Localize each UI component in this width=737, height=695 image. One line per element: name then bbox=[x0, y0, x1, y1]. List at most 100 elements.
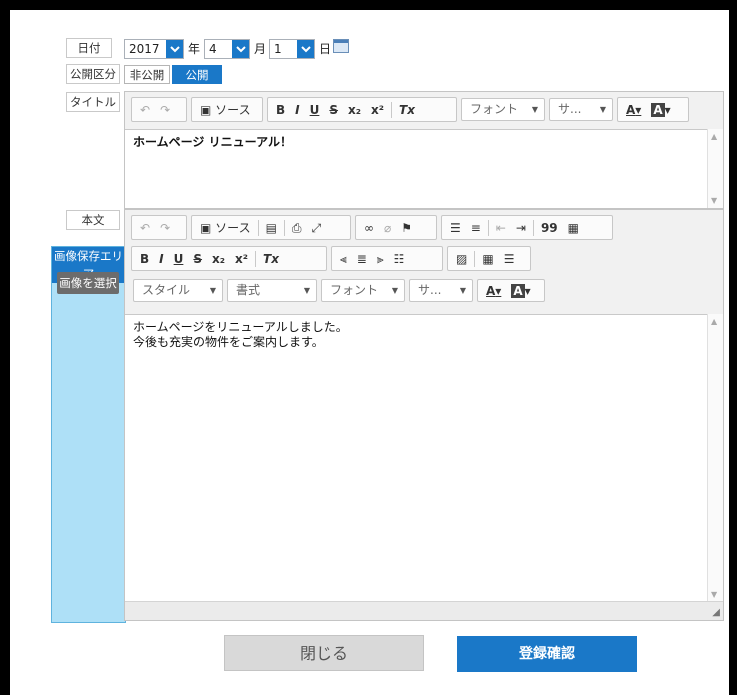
print-icon[interactable]: ⎙ bbox=[287, 217, 307, 239]
source-button[interactable]: ▣ ソース bbox=[195, 217, 256, 239]
redo-icon[interactable]: ↷ bbox=[155, 99, 175, 121]
size-select[interactable]: サ... ▼ bbox=[549, 98, 613, 121]
subscript-button[interactable]: x₂ bbox=[207, 248, 230, 270]
undo-redo-group: ↶ ↷ bbox=[131, 215, 187, 240]
font-select[interactable]: フォント ▼ bbox=[461, 98, 545, 121]
undo-redo-group: ↶ ↷ bbox=[131, 97, 187, 122]
size-select-label: サ... bbox=[418, 283, 442, 297]
source-group: ▣ ソース bbox=[191, 97, 263, 122]
title-scrollbar[interactable]: ▲ ▼ bbox=[707, 129, 723, 208]
date-label: 日付 bbox=[66, 38, 112, 58]
source-label: ソース bbox=[215, 220, 251, 235]
source-tools-group: ▣ ソース ▤ ⎙ ⤢ bbox=[191, 215, 351, 240]
redo-icon[interactable]: ↷ bbox=[155, 217, 175, 239]
bg-color-label: A bbox=[511, 283, 525, 298]
title-content[interactable]: ホームページ リニューアル！ bbox=[125, 129, 723, 216]
align-justify-icon[interactable]: ☷ bbox=[389, 248, 410, 270]
list-group: ☰ ≡ ⇤ ⇥ 99 ▦ bbox=[441, 215, 613, 240]
chevron-down-icon: ▼ bbox=[599, 105, 606, 114]
image-icon[interactable]: ▨ bbox=[451, 248, 472, 270]
chevron-down-icon[interactable] bbox=[166, 40, 183, 58]
unlink-icon[interactable]: ⌀ bbox=[379, 217, 396, 239]
chevron-down-icon[interactable] bbox=[232, 40, 249, 58]
editor-status-bar: ◢ bbox=[125, 601, 723, 620]
title-toolbar: ↶ ↷ ▣ ソース B I U S x₂ x² Tx フォント ▼ サ... ▼ bbox=[125, 92, 723, 130]
select-image-button[interactable]: 画像を選択 bbox=[57, 272, 119, 294]
private-toggle[interactable]: 非公開 bbox=[124, 65, 170, 84]
subscript-button[interactable]: x₂ bbox=[343, 99, 366, 121]
clear-format-button[interactable]: Tx bbox=[258, 248, 284, 270]
blockquote-button[interactable]: 99 bbox=[536, 217, 563, 239]
public-toggle[interactable]: 公開 bbox=[172, 65, 222, 84]
separator bbox=[255, 250, 257, 267]
chevron-down-icon: ▼ bbox=[209, 286, 216, 295]
separator bbox=[257, 219, 259, 236]
bg-color-button[interactable]: A ▾ bbox=[646, 99, 675, 121]
close-button[interactable]: 閉じる bbox=[224, 635, 424, 671]
scroll-up-icon[interactable]: ▲ bbox=[711, 132, 717, 141]
numbered-list-icon[interactable]: ☰ bbox=[445, 217, 466, 239]
clear-format-button[interactable]: Tx bbox=[394, 99, 420, 121]
bulleted-list-icon[interactable]: ≡ bbox=[466, 217, 486, 239]
image-save-area: 画像保存エリア 画像を選択 bbox=[51, 246, 126, 623]
indent-icon[interactable]: ⇥ bbox=[511, 217, 531, 239]
text-color-label: A bbox=[626, 102, 636, 117]
italic-button[interactable]: I bbox=[154, 248, 168, 270]
undo-icon[interactable]: ↶ bbox=[135, 99, 155, 121]
day-select[interactable]: 1 bbox=[269, 39, 315, 59]
align-left-icon[interactable]: ⫷ bbox=[335, 248, 352, 270]
strike-button[interactable]: S bbox=[188, 248, 207, 270]
div-container-icon[interactable]: ▦ bbox=[563, 217, 584, 239]
confirm-registration-button[interactable]: 登録確認 bbox=[457, 636, 637, 672]
horizontal-rule-icon[interactable]: ☰ bbox=[499, 248, 520, 270]
font-select[interactable]: フォント ▼ bbox=[321, 279, 405, 302]
scroll-down-icon[interactable]: ▼ bbox=[711, 196, 717, 205]
bold-button[interactable]: B bbox=[135, 248, 154, 270]
calendar-icon[interactable] bbox=[333, 39, 349, 53]
form-window: 日付 2017 年 4 月 1 日 公開区分 非公開 公開 タイトル ↶ ↷ ▣… bbox=[10, 10, 729, 695]
style-select[interactable]: スタイル ▼ bbox=[133, 279, 223, 302]
italic-button[interactable]: I bbox=[290, 99, 304, 121]
size-select[interactable]: サ... ▼ bbox=[409, 279, 473, 302]
table-icon[interactable]: ▦ bbox=[477, 248, 498, 270]
body-content[interactable]: ホームページをリニューアルしました。 今後も充実の物件をご案内します。 bbox=[125, 314, 723, 606]
body-editor: ↶ ↷ ▣ ソース ▤ ⎙ ⤢ ∞ ⌀ ⚑ ☰ ≡ ⇤ ⇥ 99 ▦ B I U… bbox=[124, 209, 724, 621]
strike-button[interactable]: S bbox=[324, 99, 343, 121]
anchor-flag-icon[interactable]: ⚑ bbox=[396, 217, 417, 239]
align-center-icon[interactable]: ≣ bbox=[352, 248, 372, 270]
format-select[interactable]: 書式 ▼ bbox=[227, 279, 317, 302]
superscript-button[interactable]: x² bbox=[366, 99, 389, 121]
chevron-down-icon: ▼ bbox=[531, 105, 538, 114]
month-unit: 月 bbox=[254, 42, 267, 56]
text-color-button[interactable]: A▾ bbox=[621, 99, 646, 121]
text-color-button[interactable]: A▾ bbox=[481, 280, 506, 302]
link-icon[interactable]: ∞ bbox=[359, 217, 379, 239]
outdent-icon[interactable]: ⇤ bbox=[491, 217, 511, 239]
bold-button[interactable]: B bbox=[271, 99, 290, 121]
source-icon: ▣ bbox=[200, 220, 212, 235]
format-group: B I U S x₂ x² Tx bbox=[131, 246, 327, 271]
year-select[interactable]: 2017 bbox=[124, 39, 184, 59]
resize-handle-icon[interactable]: ◢ bbox=[712, 607, 720, 618]
scroll-down-icon[interactable]: ▼ bbox=[711, 590, 717, 599]
align-right-icon[interactable]: ⫸ bbox=[372, 248, 389, 270]
body-label: 本文 bbox=[66, 210, 120, 230]
maximize-icon[interactable]: ⤢ bbox=[307, 217, 327, 239]
scroll-up-icon[interactable]: ▲ bbox=[711, 317, 717, 326]
bg-color-button[interactable]: A ▾ bbox=[506, 280, 535, 302]
font-select-label: フォント bbox=[470, 102, 519, 116]
source-button[interactable]: ▣ ソース bbox=[195, 99, 256, 121]
underline-button[interactable]: U bbox=[305, 99, 325, 121]
body-scrollbar[interactable]: ▲ ▼ bbox=[707, 314, 723, 602]
template-icon[interactable]: ▤ bbox=[261, 217, 282, 239]
font-select-label: フォント bbox=[330, 283, 379, 297]
align-group: ⫷ ≣ ⫸ ☷ bbox=[331, 246, 443, 271]
chevron-down-icon[interactable] bbox=[297, 40, 314, 58]
day-unit: 日 bbox=[319, 42, 332, 56]
underline-button[interactable]: U bbox=[169, 248, 189, 270]
undo-icon[interactable]: ↶ bbox=[135, 217, 155, 239]
size-select-label: サ... bbox=[558, 102, 582, 116]
month-select[interactable]: 4 bbox=[204, 39, 250, 59]
title-editor: ↶ ↷ ▣ ソース B I U S x₂ x² Tx フォント ▼ サ... ▼ bbox=[124, 91, 724, 209]
superscript-button[interactable]: x² bbox=[230, 248, 253, 270]
